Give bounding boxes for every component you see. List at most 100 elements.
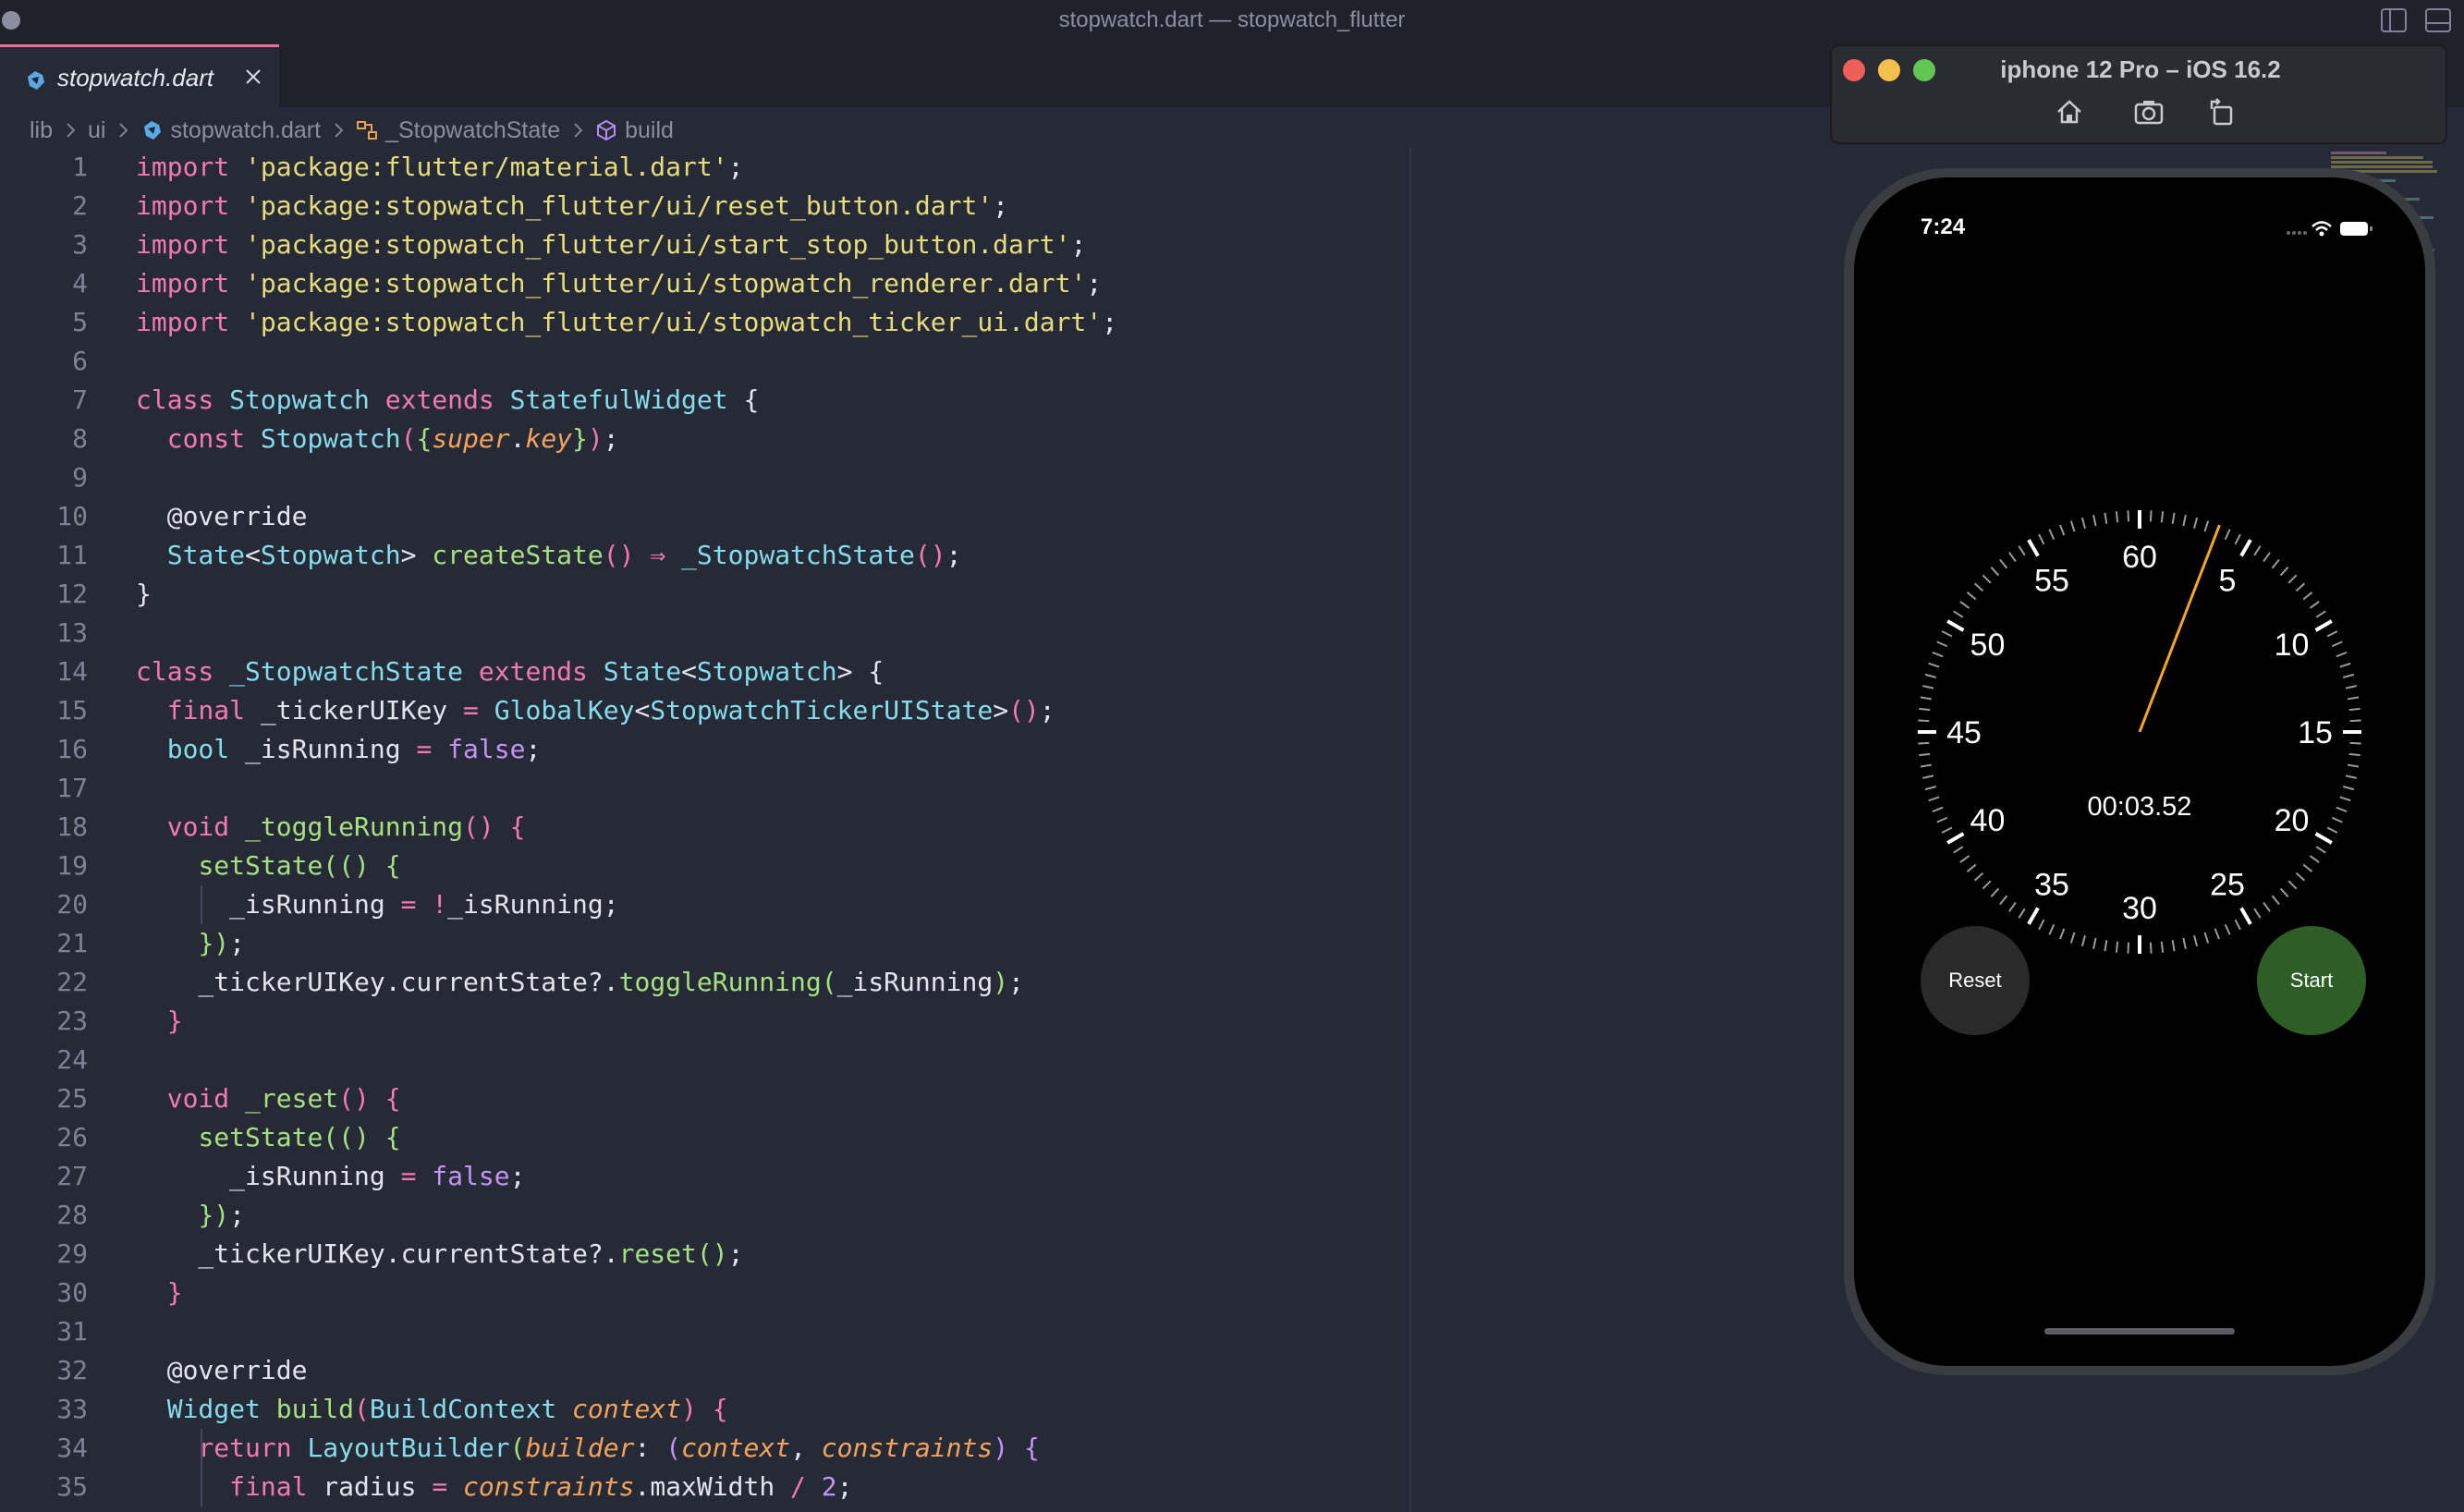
code-token: _isRunning;	[447, 889, 619, 920]
title-bar: stopwatch.dart — stopwatch_flutter	[0, 0, 2464, 39]
code-text: final _tickerUIKey = GlobalKey<Stopwatch…	[136, 691, 1055, 730]
code-token: /	[790, 1471, 806, 1502]
code-token: =	[463, 695, 479, 726]
line-number: 5	[72, 307, 88, 337]
code-token: =	[400, 1161, 417, 1191]
dial-tick	[2224, 923, 2231, 935]
line-number: 10	[56, 501, 88, 531]
dial-tick	[1946, 619, 1965, 632]
editor-ruler	[1409, 148, 1411, 1512]
start-button[interactable]: Start	[2257, 926, 2366, 1035]
code-token: )	[993, 967, 1009, 997]
dial-tick	[1936, 640, 1948, 648]
screenshot-icon[interactable]	[2133, 96, 2165, 128]
line-number: 11	[56, 540, 88, 570]
code-token: =	[416, 734, 433, 764]
code-token: <	[681, 656, 697, 687]
code-token: ) {	[681, 1394, 728, 1424]
code-token: 'package:stopwatch_flutter/ui/start_stop…	[245, 229, 1071, 260]
dial-tick	[1924, 673, 1937, 678]
code-token: import	[136, 268, 230, 299]
dial-tick	[2239, 907, 2252, 925]
dial-tick	[2348, 696, 2360, 701]
dial-tick	[2048, 529, 2055, 541]
code-token: ;	[1086, 268, 1103, 299]
rotate-icon[interactable]	[2206, 96, 2238, 128]
code-token: void	[166, 1083, 230, 1114]
reset-button[interactable]: Reset	[1921, 926, 2030, 1035]
code-token: constraints	[821, 1433, 994, 1463]
dial-label: 40	[1970, 803, 2006, 838]
code-token: build	[275, 1394, 355, 1424]
dial-tick	[2263, 901, 2271, 912]
line-number: 8	[72, 423, 88, 454]
code-token: LayoutBuilder	[307, 1433, 510, 1463]
dial-tick	[2069, 520, 2076, 532]
dial-tick	[2092, 515, 2097, 527]
dial-tick	[2326, 826, 2338, 834]
breadcrumb-item-file[interactable]: stopwatch.dart	[170, 117, 321, 144]
dial-tick	[2326, 630, 2338, 638]
code-token: import	[136, 307, 230, 337]
dial-tick	[1920, 763, 1932, 768]
code-text: setState(() {	[136, 847, 400, 885]
home-icon[interactable]	[2054, 96, 2085, 128]
dial-tick	[2309, 855, 2320, 863]
code-text: Widget build(BuildContext context) {	[136, 1390, 728, 1429]
code-token: State	[603, 656, 682, 687]
code-token: .maxWidth	[634, 1471, 791, 1502]
dial-tick	[2309, 601, 2320, 609]
tab-stopwatch-dart[interactable]: stopwatch.dart	[0, 44, 279, 107]
line-number: 12	[56, 579, 88, 609]
code-token: GlobalKey	[494, 695, 635, 726]
code-text: });	[136, 924, 245, 963]
code-text: _tickerUIKey.currentState?.reset();	[136, 1235, 743, 1274]
close-icon[interactable]	[242, 66, 264, 88]
dial-tick	[2203, 520, 2210, 532]
dial-tick	[2092, 937, 2097, 949]
code-text: State<Stopwatch> createState() ⇒ _Stopwa…	[136, 536, 962, 575]
dial-tick	[1922, 685, 1934, 689]
layout-toggle-icons[interactable]	[2380, 7, 2454, 33]
dial-tick	[2345, 685, 2357, 689]
breadcrumb-item-class[interactable]: _StopwatchState	[385, 117, 560, 144]
dial-tick	[2193, 934, 2199, 947]
line-number: 34	[56, 1433, 88, 1463]
dial-tick	[2048, 923, 2055, 935]
code-token: ⇒	[650, 540, 666, 570]
code-token: 'package:stopwatch_flutter/ui/stopwatch_…	[245, 307, 1103, 337]
dial-tick	[2059, 928, 2066, 940]
dial-tick	[2287, 574, 2298, 584]
dial-tick	[1959, 601, 1970, 609]
dial-tick	[1999, 895, 2008, 906]
simulator-window-toolbar: iphone 12 Pro – iOS 16.2	[1830, 44, 2447, 144]
code-token: reset	[618, 1238, 697, 1269]
code-token: ;	[525, 734, 542, 764]
code-token: extends	[478, 656, 588, 687]
code-token: ?.	[587, 967, 619, 997]
code-token: })	[198, 928, 230, 958]
code-token: final	[166, 695, 246, 726]
code-token: ;	[727, 152, 744, 182]
breadcrumb-item-ui[interactable]: ui	[88, 117, 105, 144]
code-token: _StopwatchState	[681, 540, 915, 570]
dial-tick	[2149, 942, 2153, 954]
breadcrumb-item-lib[interactable]: lib	[30, 117, 53, 144]
iphone-screen: 7:24 60 5 10 15 20 25 30 35 40 45 50 55 00:03.52 Re…	[1854, 177, 2425, 1366]
code-text: void _reset() {	[136, 1079, 401, 1118]
code-text: bool _isRunning = false;	[136, 730, 542, 769]
breadcrumb-item-method[interactable]: build	[625, 117, 674, 144]
code-token: ;	[229, 1200, 246, 1230]
chevron-right-icon	[335, 123, 344, 138]
code-editor[interactable]: 1 import 'package:flutter/material.dart';…	[0, 148, 1811, 1512]
dial-tick	[2302, 591, 2313, 601]
dial-tick	[2080, 934, 2086, 947]
